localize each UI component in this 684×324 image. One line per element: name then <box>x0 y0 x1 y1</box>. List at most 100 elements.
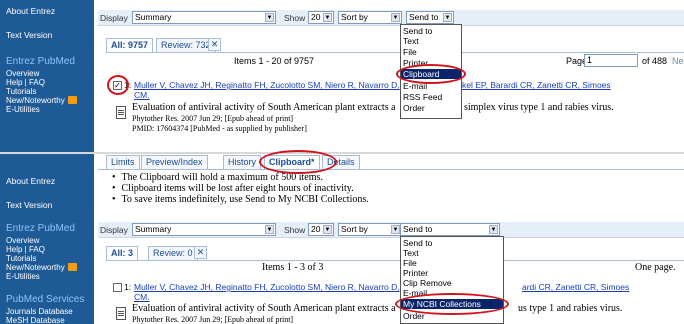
show-label: Show <box>284 13 306 23</box>
sidebar-top: About Entrez Text Version Entrez PubMed … <box>0 0 94 152</box>
page-number-input[interactable]: 1 <box>584 54 638 67</box>
next-page-link[interactable]: Nex <box>672 56 684 66</box>
new-noteworthy-label: New/Noteworthy <box>6 96 65 105</box>
tab-review-top[interactable]: Review: 732 <box>156 38 216 52</box>
tab-details[interactable]: Details <box>322 155 360 169</box>
sort-select[interactable]: Sort by ▼ <box>338 11 402 24</box>
sort-select[interactable]: Sort by ▼ <box>338 223 402 236</box>
overview-link[interactable]: Overview <box>6 236 39 245</box>
menu-item-text[interactable]: Text <box>403 36 419 46</box>
result-journal: Phytother Res. 2007 Jun 29; [Epub ahead … <box>132 114 294 123</box>
mesh-database-link[interactable]: MeSH Database <box>6 316 65 324</box>
menu-item-clipboard[interactable]: Clipboard <box>401 69 461 79</box>
chevron-down-icon: ▼ <box>323 13 332 22</box>
display-select[interactable]: Summary ▼ <box>132 223 276 236</box>
result-authors-cm[interactable]: CM. <box>134 90 150 100</box>
tab-divider <box>106 260 684 261</box>
result-checkbox-checked[interactable]: ✓ <box>113 81 122 90</box>
chevron-down-icon: ▼ <box>391 13 400 22</box>
menu-item-send-to[interactable]: Send to <box>403 238 432 248</box>
result-authors-link[interactable]: Muller V, Chavez JH, Reginatto FH, Zucol… <box>134 282 400 292</box>
tab-limits[interactable]: Limits <box>106 155 140 169</box>
sort-value: Sort by <box>341 12 368 22</box>
close-tab-icon[interactable]: ✕ <box>208 38 221 51</box>
result-checkbox[interactable] <box>113 283 122 292</box>
result-authors-tail[interactable]: kel EP, Barardi CR, Zanetti CR, Simoes <box>462 80 611 90</box>
menu-item-clip-remove[interactable]: Clip Remove <box>403 278 452 288</box>
menu-item-printer[interactable]: Printer <box>403 268 428 278</box>
entrez-pubmed-heading: Entrez PubMed <box>6 56 75 67</box>
one-page-text: One page. <box>635 262 676 273</box>
result-pmid: PMID: 17604374 [PubMed - as supplied by … <box>132 124 307 133</box>
text-version-link[interactable]: Text Version <box>6 30 52 40</box>
e-utilities-link[interactable]: E-Utilities <box>6 105 40 114</box>
menu-item-send-to[interactable]: Send to <box>403 26 432 36</box>
send-to-dropdown-top: Send to Text File Printer Clipboard E-ma… <box>400 24 462 119</box>
note-item: To save items indefinitely, use Send to … <box>112 194 369 205</box>
tab-divider <box>98 169 684 170</box>
menu-item-email[interactable]: E-mail <box>403 81 427 91</box>
display-toolbar-bottom: Display Summary ▼ Show 20 ▼ Sort by ▼ Send … <box>98 222 684 238</box>
clipboard-notes: The Clipboard will hold a maximum of 500… <box>112 172 369 205</box>
menu-item-order[interactable]: Order <box>403 311 425 321</box>
help-faq-link[interactable]: Help | FAQ <box>6 78 45 87</box>
send-to-value: Send to <box>409 12 439 22</box>
menu-item-file[interactable]: File <box>403 47 417 57</box>
send-to-select[interactable]: Send to ▼ <box>400 223 500 236</box>
chevron-down-icon: ▼ <box>391 225 400 234</box>
result-journal: Phytother Res. 2007 Jun 29; [Epub ahead … <box>132 315 294 324</box>
result-authors-link[interactable]: Muller V, Chavez JH, Reginatto FH, Zucol… <box>134 80 400 90</box>
about-entrez-link[interactable]: About Entrez <box>6 6 55 16</box>
text-version-link[interactable]: Text Version <box>6 200 52 210</box>
tab-history[interactable]: History <box>223 155 262 169</box>
document-icon[interactable] <box>116 307 126 320</box>
menu-item-text[interactable]: Text <box>403 248 419 258</box>
menu-item-my-ncbi-collections[interactable]: My NCBI Collections <box>401 299 503 309</box>
result-authors-tail[interactable]: ardi CR, Zanetti CR, Simoes <box>522 282 629 292</box>
tab-divider <box>106 52 684 53</box>
display-toolbar-top: Display Summary ▼ Show 20 ▼ Sort by ▼ Send … <box>98 10 684 26</box>
chevron-down-icon: ▼ <box>323 225 332 234</box>
about-entrez-link[interactable]: About Entrez <box>6 176 55 186</box>
chevron-down-icon: ▼ <box>489 225 498 234</box>
note-item: Clipboard items will be lost after eight… <box>112 183 369 194</box>
menu-item-order[interactable]: Order <box>403 103 425 113</box>
tab-all-top[interactable]: All: 9757 <box>106 38 154 52</box>
e-utilities-link[interactable]: E-Utilities <box>6 272 40 281</box>
sidebar-bottom: About Entrez Text Version Entrez PubMed … <box>0 154 94 324</box>
result-authors-cm[interactable]: CM. <box>134 292 150 302</box>
show-value: 20 <box>311 224 321 234</box>
new-noteworthy-label: New/Noteworthy <box>6 263 65 272</box>
show-select[interactable]: 20 ▼ <box>308 223 334 236</box>
chevron-down-icon: ▼ <box>265 225 274 234</box>
journals-database-link[interactable]: Journals Database <box>6 307 73 316</box>
send-to-value: Send to <box>403 224 433 234</box>
document-icon[interactable] <box>116 106 126 119</box>
menu-item-file[interactable]: File <box>403 258 417 268</box>
tutorials-link[interactable]: Tutorials <box>6 87 36 96</box>
show-select[interactable]: 20 ▼ <box>308 11 334 24</box>
rss-icon <box>67 263 77 271</box>
result-title-tail: simplex virus type 1 and rabies virus. <box>464 102 614 113</box>
help-faq-link[interactable]: Help | FAQ <box>6 245 45 254</box>
menu-item-rss-feed[interactable]: RSS Feed <box>403 92 442 102</box>
result-number: 1: <box>124 282 132 292</box>
menu-item-email[interactable]: E-mail <box>403 288 427 298</box>
show-value: 20 <box>311 12 321 22</box>
close-tab-icon[interactable]: ✕ <box>194 246 207 259</box>
tab-preview-index[interactable]: Preview/Index <box>141 155 208 169</box>
new-noteworthy-link[interactable]: New/Noteworthy <box>6 96 77 105</box>
overview-link[interactable]: Overview <box>6 69 39 78</box>
tab-clipboard[interactable]: Clipboard* <box>264 155 320 169</box>
menu-item-printer[interactable]: Printer <box>403 58 428 68</box>
new-noteworthy-link[interactable]: New/Noteworthy <box>6 263 77 272</box>
tab-all-bottom[interactable]: All: 3 <box>106 246 139 260</box>
display-label: Display <box>100 225 128 235</box>
tutorials-link[interactable]: Tutorials <box>6 254 36 263</box>
items-count: Items 1 - 20 of 9757 <box>234 56 315 66</box>
tab-review-bottom[interactable]: Review: 0 <box>148 246 198 260</box>
send-to-select[interactable]: Send to ▼ <box>406 11 454 24</box>
display-select[interactable]: Summary ▼ <box>132 11 276 24</box>
rss-icon <box>67 96 77 104</box>
entrez-pubmed-heading: Entrez PubMed <box>6 223 75 234</box>
